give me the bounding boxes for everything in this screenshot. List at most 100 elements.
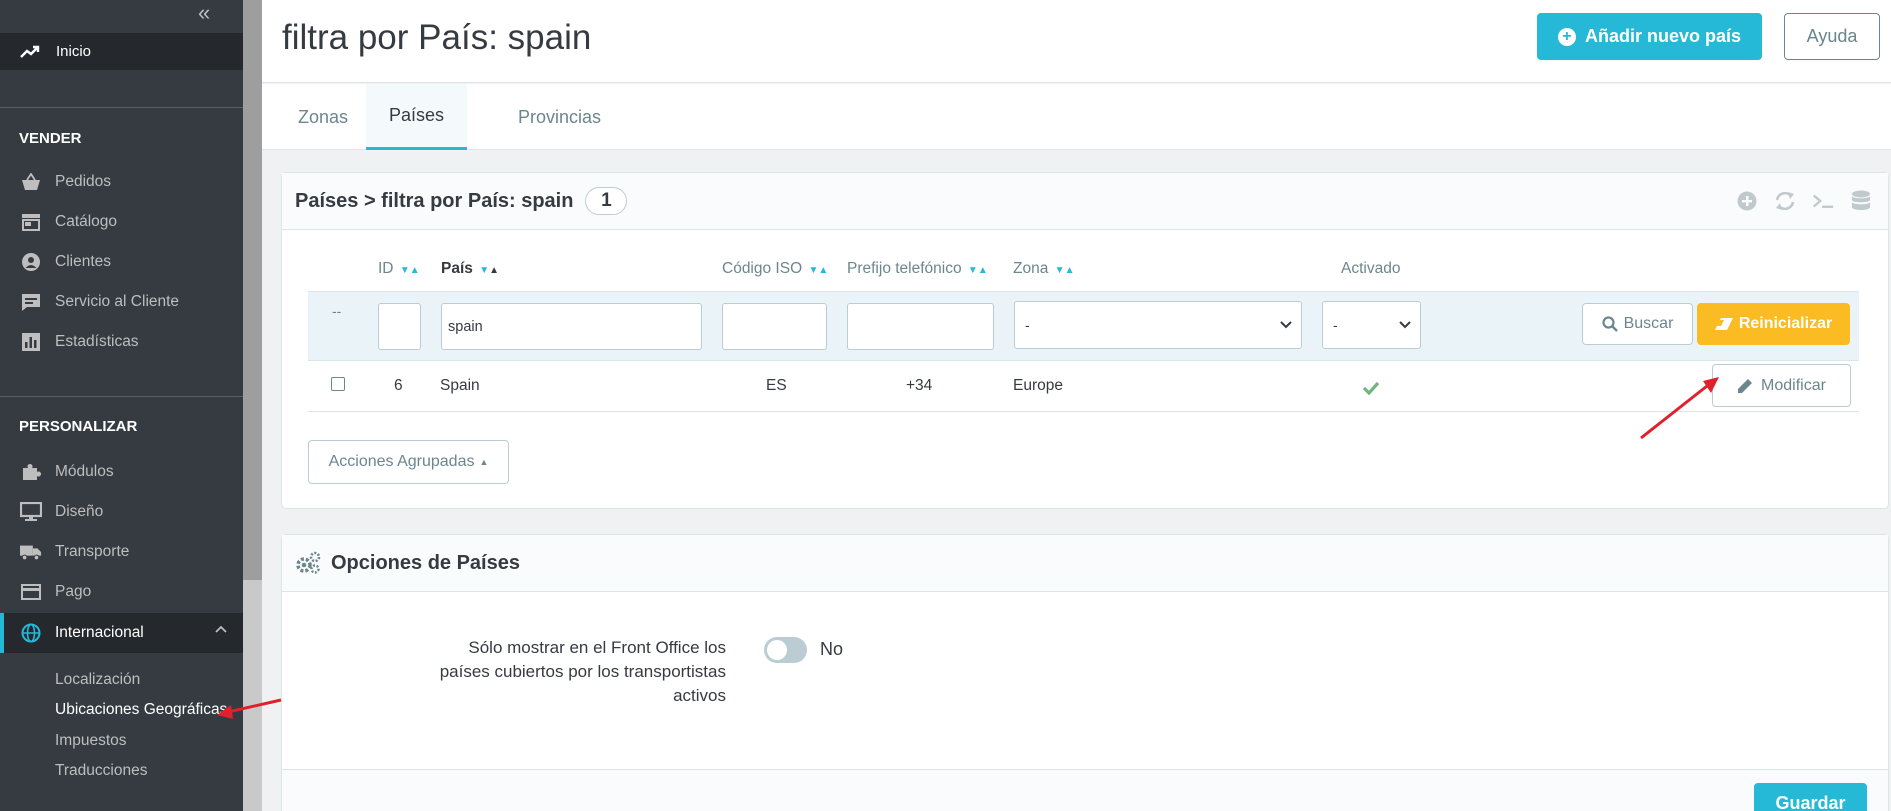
sidebar-item-shipping[interactable]: Transporte bbox=[0, 535, 243, 569]
add-country-button[interactable]: + Añadir nuevo país bbox=[1537, 13, 1762, 60]
cell-id: 6 bbox=[394, 377, 403, 394]
divider bbox=[0, 107, 243, 108]
column-label: ID bbox=[378, 260, 394, 277]
filter-prefix-input[interactable] bbox=[847, 303, 994, 350]
sort-icons[interactable]: ▼▲ bbox=[968, 265, 988, 276]
sidebar-item-stats[interactable]: Estadísticas bbox=[0, 325, 243, 359]
tab-countries[interactable]: Países bbox=[366, 84, 467, 150]
terminal-icon[interactable] bbox=[1812, 189, 1834, 213]
column-header-country[interactable]: País ▼▲ bbox=[441, 260, 499, 278]
sidebar-item-catalog[interactable]: Catálogo bbox=[0, 205, 243, 239]
panel-heading: Países > filtra por País: spain 1 bbox=[282, 173, 1888, 230]
sidebar-item-label: Pedidos bbox=[55, 173, 112, 190]
chevron-down-icon bbox=[1280, 317, 1292, 329]
row-select-checkbox[interactable] bbox=[331, 377, 345, 391]
toggle-knob[interactable] bbox=[767, 640, 787, 660]
sidebar-item-payment[interactable]: Pago bbox=[0, 575, 243, 609]
filter-country-input[interactable]: spain bbox=[441, 303, 702, 350]
sidebar-scrollbar[interactable] bbox=[243, 0, 262, 811]
sidebar-item-label: Catálogo bbox=[55, 213, 118, 230]
store-icon bbox=[20, 212, 42, 232]
reset-button[interactable]: Reinicializar bbox=[1697, 303, 1850, 345]
sidebar: « Inicio VENDER Pedidos Catálogo Cliente… bbox=[0, 0, 243, 811]
truck-icon bbox=[20, 542, 42, 562]
option-toggle[interactable] bbox=[764, 637, 807, 663]
sidebar-item-modules[interactable]: Módulos bbox=[0, 455, 243, 489]
sidebar-subitem-localization[interactable]: Localización bbox=[55, 671, 140, 689]
page-title: filtra por País: spain bbox=[282, 18, 592, 57]
sidebar-item-customer-service[interactable]: Servicio al Cliente bbox=[0, 285, 243, 319]
sort-icons[interactable]: ▼▲ bbox=[1055, 265, 1075, 276]
column-label: Código ISO bbox=[722, 260, 803, 277]
add-icon[interactable] bbox=[1736, 189, 1758, 213]
bulk-actions-button[interactable]: Acciones Agrupadas ▲ bbox=[308, 440, 509, 484]
sort-desc-icon[interactable]: ▼ bbox=[808, 265, 818, 276]
sort-asc-icon[interactable]: ▲ bbox=[410, 265, 420, 276]
sidebar-subitem-translations[interactable]: Traducciones bbox=[55, 762, 147, 780]
tab-bar: Zonas Países Provincias bbox=[262, 84, 1891, 150]
sort-icons[interactable]: ▼▲ bbox=[808, 265, 828, 276]
sort-icons[interactable]: ▼▲ bbox=[479, 265, 499, 276]
column-label: Prefijo telefónico bbox=[847, 260, 962, 277]
sort-asc-icon[interactable]: ▲ bbox=[818, 265, 828, 276]
sort-asc-icon[interactable]: ▲ bbox=[489, 265, 499, 276]
sort-asc-icon[interactable]: ▲ bbox=[978, 265, 988, 276]
sidebar-item-label: Servicio al Cliente bbox=[55, 293, 180, 310]
tab-states[interactable]: Provincias bbox=[482, 84, 637, 150]
filter-zone-value: - bbox=[1025, 317, 1030, 333]
globe-icon bbox=[20, 623, 42, 643]
column-label: País bbox=[441, 260, 473, 277]
help-button[interactable]: Ayuda bbox=[1784, 13, 1880, 60]
eraser-icon bbox=[1714, 318, 1733, 330]
edit-button[interactable]: Modificar bbox=[1712, 364, 1851, 407]
search-button[interactable]: Buscar bbox=[1582, 303, 1693, 345]
divider bbox=[0, 396, 243, 397]
monitor-icon bbox=[20, 502, 42, 522]
collapse-sidebar-icon[interactable]: « bbox=[198, 2, 210, 24]
sidebar-item-international[interactable]: Internacional bbox=[0, 613, 243, 653]
sort-icons[interactable]: ▼▲ bbox=[400, 265, 420, 276]
sort-desc-icon[interactable]: ▼ bbox=[968, 265, 978, 276]
refresh-icon[interactable] bbox=[1774, 189, 1796, 213]
column-header-prefix[interactable]: Prefijo telefónico ▼▲ bbox=[847, 260, 988, 278]
sidebar-item-customers[interactable]: Clientes bbox=[0, 245, 243, 279]
sidebar-item-label: Módulos bbox=[55, 463, 114, 480]
filter-iso-input[interactable] bbox=[722, 303, 827, 350]
sort-desc-icon[interactable]: ▼ bbox=[479, 265, 489, 276]
sidebar-item-orders[interactable]: Pedidos bbox=[0, 165, 243, 199]
plus-circle-icon: + bbox=[1557, 27, 1576, 46]
sidebar-item-label: Estadísticas bbox=[55, 333, 139, 350]
scrollbar-thumb[interactable] bbox=[243, 0, 262, 580]
sidebar-subitem-locations[interactable]: Ubicaciones Geográficas bbox=[55, 701, 227, 719]
panel-toolbar bbox=[1736, 189, 1872, 213]
user-circle-icon bbox=[20, 252, 42, 272]
save-button[interactable]: Guardar bbox=[1754, 783, 1867, 811]
sidebar-item-label: Diseño bbox=[55, 503, 104, 520]
filter-active-select[interactable]: - bbox=[1322, 301, 1421, 349]
sidebar-item-label: Transporte bbox=[55, 543, 130, 560]
filter-zone-select[interactable]: - bbox=[1014, 301, 1302, 349]
sort-desc-icon[interactable]: ▼ bbox=[1055, 265, 1065, 276]
sidebar-item-label: Internacional bbox=[55, 624, 144, 641]
edit-label: Modificar bbox=[1761, 376, 1826, 394]
tab-zones[interactable]: Zonas bbox=[265, 84, 381, 150]
column-header-zone[interactable]: Zona ▼▲ bbox=[1013, 260, 1074, 278]
column-header-id[interactable]: ID ▼▲ bbox=[378, 260, 420, 278]
sort-desc-icon[interactable]: ▼ bbox=[400, 265, 410, 276]
puzzle-icon bbox=[20, 462, 42, 482]
option-label: Sólo mostrar en el Front Office los país… bbox=[439, 638, 726, 705]
sidebar-subitem-taxes[interactable]: Impuestos bbox=[55, 732, 127, 750]
checkmark-icon[interactable] bbox=[1362, 381, 1380, 400]
sort-asc-icon[interactable]: ▲ bbox=[1065, 265, 1075, 276]
section-title-sell: VENDER bbox=[19, 130, 82, 147]
column-header-iso[interactable]: Código ISO ▼▲ bbox=[722, 260, 828, 278]
sidebar-item-label: Inicio bbox=[56, 43, 92, 60]
gears-icon bbox=[295, 551, 321, 575]
filter-active-value: - bbox=[1333, 317, 1338, 333]
filter-id-input[interactable] bbox=[378, 303, 421, 350]
column-header-active: Activado bbox=[1341, 260, 1400, 278]
sidebar-item-home[interactable]: Inicio bbox=[0, 33, 243, 70]
cell-prefix: +34 bbox=[906, 377, 933, 394]
sidebar-item-design[interactable]: Diseño bbox=[0, 495, 243, 529]
database-icon[interactable] bbox=[1850, 189, 1872, 213]
